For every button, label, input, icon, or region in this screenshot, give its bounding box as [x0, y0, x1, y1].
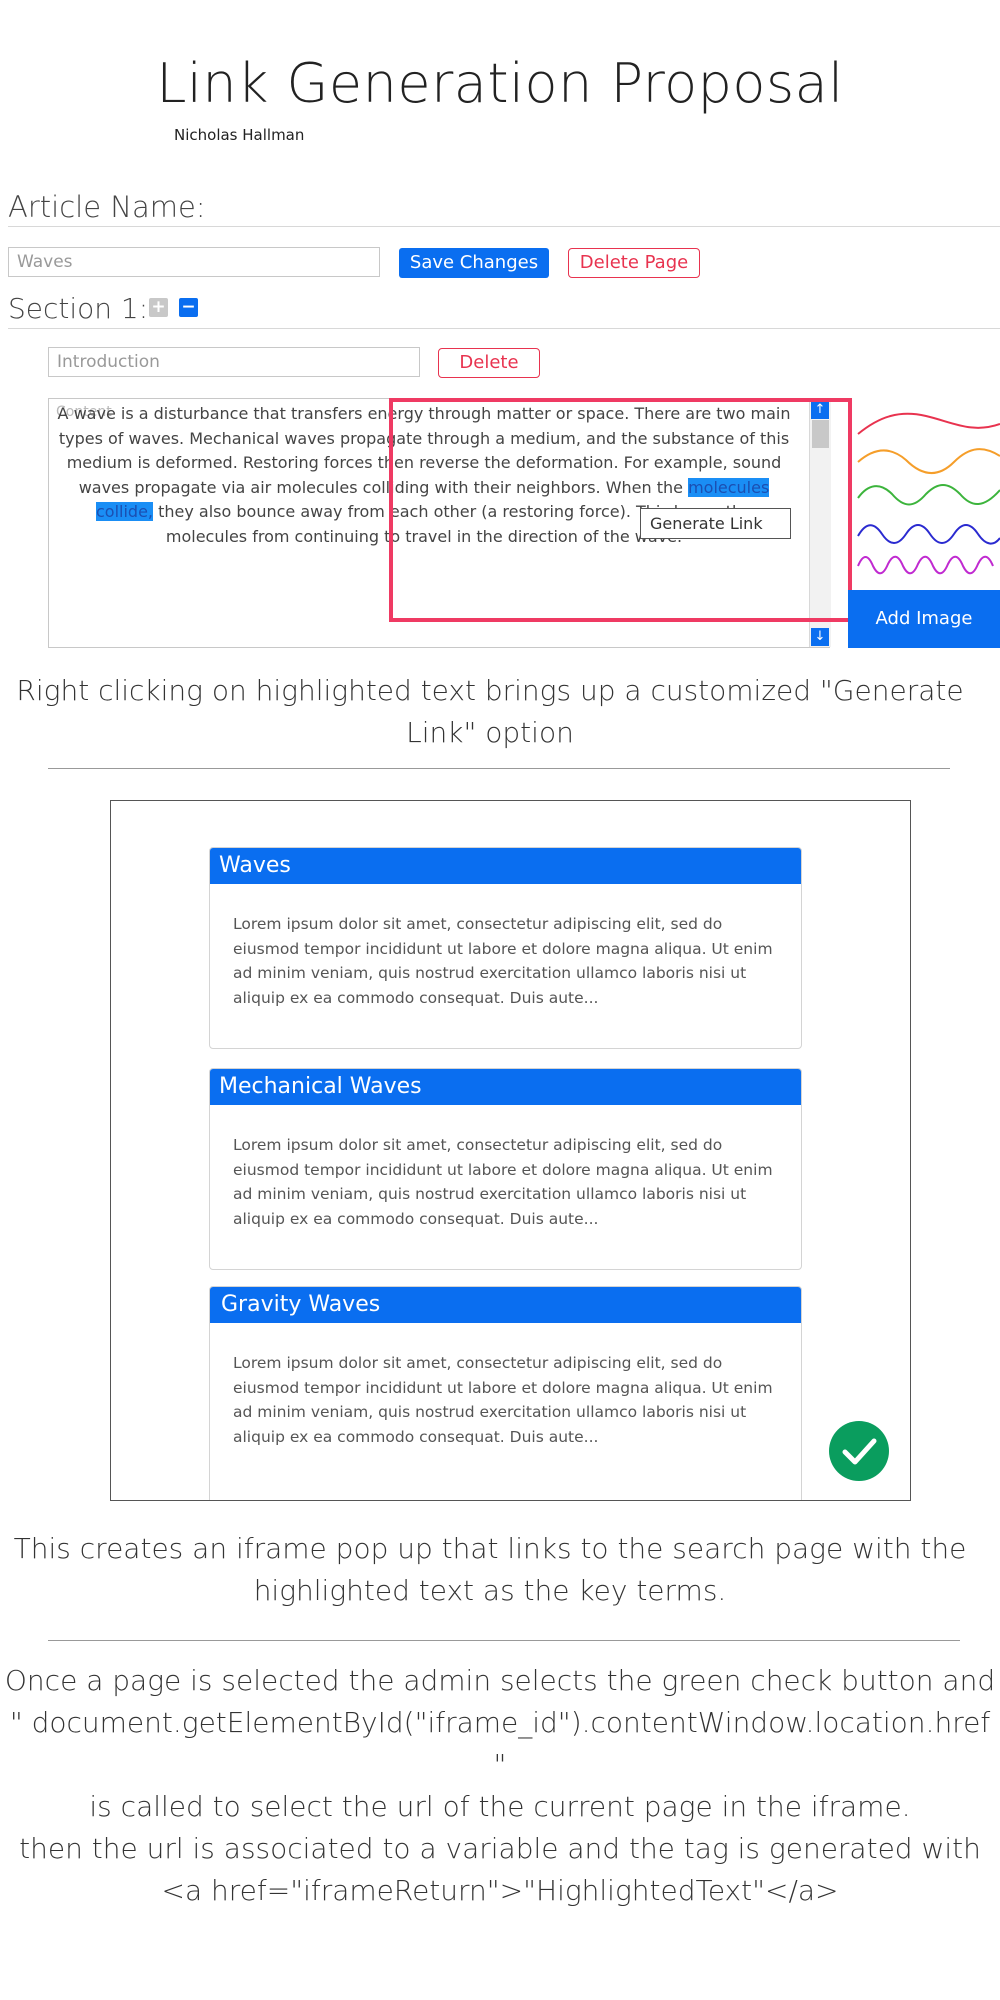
- explanation-line: " document.getElementById("iframe_id").c…: [9, 1706, 991, 1781]
- page-title: Link Generation Proposal: [156, 52, 844, 115]
- explanation-line: <a href="iframeReturn">"HighlightedText"…: [161, 1874, 839, 1907]
- result-card[interactable]: Waves Lorem ipsum dolor sit amet, consec…: [209, 847, 802, 1049]
- section-label: Section 1:: [8, 292, 149, 325]
- wave-purple: [857, 555, 994, 575]
- result-body: Lorem ipsum dolor sit amet, consectetur …: [233, 915, 773, 1007]
- search-iframe[interactable]: Waves Lorem ipsum dolor sit amet, consec…: [110, 800, 911, 1501]
- highlight-annotation-box: [389, 398, 852, 622]
- explanation-line: is called to select the url of the curre…: [89, 1790, 911, 1823]
- wave-red: [857, 412, 1000, 435]
- divider: [8, 226, 1000, 227]
- add-image-button[interactable]: Add Image: [848, 590, 1000, 648]
- article-name-input[interactable]: [8, 247, 380, 277]
- divider: [48, 1640, 960, 1641]
- result-card[interactable]: Gravity Waves Lorem ipsum dolor sit amet…: [209, 1286, 802, 1500]
- wave-orange: [857, 448, 1000, 474]
- result-card[interactable]: Mechanical Waves Lorem ipsum dolor sit a…: [209, 1068, 802, 1270]
- explanation-line: Once a page is selected the admin select…: [4, 1664, 996, 1697]
- caption-iframe: This creates an iframe pop up that links…: [13, 1532, 967, 1607]
- check-icon: [842, 1438, 877, 1465]
- result-body: Lorem ipsum dolor sit amet, consectetur …: [233, 1354, 773, 1446]
- article-name-label: Article Name:: [8, 190, 206, 224]
- result-title[interactable]: Mechanical Waves: [210, 1069, 801, 1105]
- wave-green: [857, 484, 1000, 506]
- divider: [48, 768, 950, 769]
- result-title[interactable]: Waves: [210, 848, 801, 884]
- minus-icon[interactable]: −: [179, 298, 198, 317]
- plus-icon[interactable]: +: [149, 298, 168, 317]
- explanation-line: then the url is associated to a variable…: [19, 1832, 981, 1865]
- confirm-button[interactable]: [829, 1421, 889, 1481]
- delete-section-button[interactable]: Delete: [438, 348, 540, 378]
- result-title[interactable]: Gravity Waves: [210, 1287, 801, 1323]
- delete-page-button[interactable]: Delete Page: [568, 248, 700, 278]
- explanation-text: Once a page is selected the admin select…: [0, 1660, 1000, 1912]
- section-title-input[interactable]: [48, 347, 420, 377]
- result-body: Lorem ipsum dolor sit amet, consectetur …: [233, 1136, 773, 1228]
- waves-image: [857, 412, 1000, 575]
- scroll-down-icon[interactable]: ↓: [811, 628, 829, 646]
- save-changes-button[interactable]: Save Changes: [399, 248, 549, 278]
- author-name: Nicholas Hallman: [174, 126, 305, 144]
- divider: [8, 328, 1000, 329]
- caption-right-click: Right clicking on highlighted text bring…: [16, 674, 964, 749]
- wave-blue: [857, 524, 1000, 545]
